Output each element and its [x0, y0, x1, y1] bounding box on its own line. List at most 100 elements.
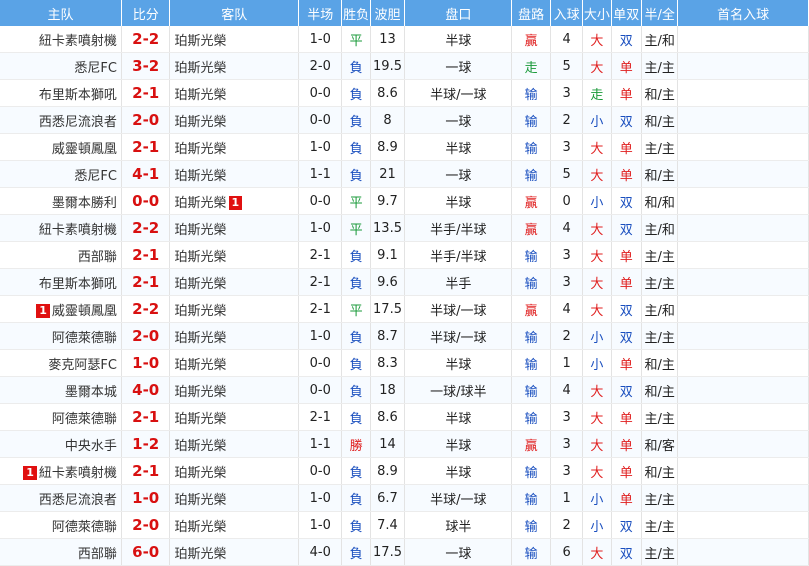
home-team-name[interactable]: 西部聯: [78, 250, 117, 265]
column-header[interactable]: 客队: [169, 0, 299, 26]
away-team-cell[interactable]: 珀斯光榮: [169, 133, 299, 161]
score-cell[interactable]: 4-1: [121, 160, 171, 188]
away-team-cell[interactable]: 珀斯光榮: [169, 403, 299, 431]
home-team-cell[interactable]: 1 紐卡素噴射機: [0, 457, 122, 485]
score-cell[interactable]: 2-2: [121, 214, 171, 242]
score-cell[interactable]: 0-0: [121, 187, 171, 215]
away-team-name[interactable]: 珀斯光榮: [174, 88, 226, 103]
home-team-name[interactable]: 布里斯本獅吼: [39, 88, 117, 103]
away-team-name[interactable]: 珀斯光榮: [174, 142, 226, 157]
home-team-name[interactable]: 紐卡素噴射機: [39, 466, 117, 481]
away-team-cell[interactable]: 珀斯光榮: [169, 214, 299, 242]
home-team-name[interactable]: 中央水手: [65, 439, 117, 454]
score-cell[interactable]: 2-1: [121, 241, 171, 269]
away-team-cell[interactable]: 珀斯光榮: [169, 376, 299, 404]
score-cell[interactable]: 2-1: [121, 403, 171, 431]
home-team-name[interactable]: 阿德萊德聯: [52, 520, 117, 535]
away-team-cell[interactable]: 珀斯光榮: [169, 349, 299, 377]
score-cell[interactable]: 1-0: [121, 484, 171, 512]
score-cell[interactable]: 2-1: [121, 268, 171, 296]
home-team-name[interactable]: 布里斯本獅吼: [39, 277, 117, 292]
away-team-cell[interactable]: 珀斯光榮: [169, 430, 299, 458]
column-header[interactable]: 主队: [0, 0, 122, 26]
home-team-cell[interactable]: 布里斯本獅吼: [0, 268, 122, 296]
home-team-cell[interactable]: 紐卡素噴射機: [0, 214, 122, 242]
score-cell[interactable]: 1-2: [121, 430, 171, 458]
away-team-cell[interactable]: 珀斯光榮: [169, 322, 299, 350]
away-team-name[interactable]: 珀斯光榮: [174, 385, 226, 400]
home-team-cell[interactable]: 阿德萊德聯: [0, 403, 122, 431]
away-team-name[interactable]: 珀斯光榮: [174, 223, 226, 238]
home-team-cell[interactable]: 阿德萊德聯: [0, 322, 122, 350]
home-team-cell[interactable]: 阿德萊德聯: [0, 511, 122, 539]
score-cell[interactable]: 2-2: [121, 295, 171, 323]
away-team-name[interactable]: 珀斯光榮: [174, 196, 226, 211]
away-team-cell[interactable]: 珀斯光榮: [169, 295, 299, 323]
score-cell[interactable]: 1-0: [121, 349, 171, 377]
score-cell[interactable]: 2-2: [121, 26, 171, 53]
home-team-cell[interactable]: 中央水手: [0, 430, 122, 458]
score-cell[interactable]: 6-0: [121, 538, 171, 566]
away-team-cell[interactable]: 珀斯光榮: [169, 538, 299, 566]
home-team-cell[interactable]: 1 威靈頓鳳凰: [0, 295, 122, 323]
away-team-name[interactable]: 珀斯光榮: [174, 34, 226, 49]
score-cell[interactable]: 4-0: [121, 376, 171, 404]
column-header[interactable]: 入球: [550, 0, 584, 26]
away-team-name[interactable]: 珀斯光榮: [174, 331, 226, 346]
away-team-cell[interactable]: 珀斯光榮 1: [169, 187, 299, 215]
home-team-cell[interactable]: 悉尼FC: [0, 52, 122, 80]
home-team-cell[interactable]: 墨爾本城: [0, 376, 122, 404]
away-team-name[interactable]: 珀斯光榮: [174, 61, 226, 76]
away-team-cell[interactable]: 珀斯光榮: [169, 511, 299, 539]
score-cell[interactable]: 2-1: [121, 133, 171, 161]
home-team-cell[interactable]: 悉尼FC: [0, 160, 122, 188]
home-team-name[interactable]: 墨爾本城: [65, 385, 117, 400]
away-team-name[interactable]: 珀斯光榮: [174, 115, 226, 130]
away-team-name[interactable]: 珀斯光榮: [174, 277, 226, 292]
home-team-name[interactable]: 西悉尼流浪者: [39, 115, 117, 130]
score-cell[interactable]: 2-0: [121, 511, 171, 539]
column-header[interactable]: 半场: [298, 0, 343, 26]
column-header[interactable]: 盘口: [404, 0, 513, 26]
home-team-name[interactable]: 紐卡素噴射機: [39, 34, 117, 49]
score-cell[interactable]: 2-1: [121, 457, 171, 485]
home-team-cell[interactable]: 布里斯本獅吼: [0, 79, 122, 107]
column-header[interactable]: 首名入球: [677, 0, 809, 26]
score-cell[interactable]: 2-0: [121, 322, 171, 350]
away-team-cell[interactable]: 珀斯光榮: [169, 79, 299, 107]
away-team-name[interactable]: 珀斯光榮: [174, 358, 226, 373]
home-team-cell[interactable]: 墨爾本勝利: [0, 187, 122, 215]
away-team-name[interactable]: 珀斯光榮: [174, 493, 226, 508]
away-team-cell[interactable]: 珀斯光榮: [169, 268, 299, 296]
home-team-cell[interactable]: 西部聯: [0, 241, 122, 269]
home-team-cell[interactable]: 西悉尼流浪者: [0, 106, 122, 134]
column-header[interactable]: 胜负: [341, 0, 371, 26]
column-header[interactable]: 比分: [121, 0, 171, 26]
home-team-name[interactable]: 悉尼FC: [74, 61, 117, 76]
home-team-name[interactable]: 阿德萊德聯: [52, 331, 117, 346]
home-team-name[interactable]: 悉尼FC: [74, 169, 117, 184]
away-team-cell[interactable]: 珀斯光榮: [169, 106, 299, 134]
away-team-name[interactable]: 珀斯光榮: [174, 412, 226, 427]
column-header[interactable]: 盘路: [511, 0, 551, 26]
home-team-name[interactable]: 麥克阿瑟FC: [48, 358, 117, 373]
home-team-name[interactable]: 墨爾本勝利: [52, 196, 117, 211]
away-team-cell[interactable]: 珀斯光榮: [169, 160, 299, 188]
home-team-name[interactable]: 阿德萊德聯: [52, 412, 117, 427]
away-team-cell[interactable]: 珀斯光榮: [169, 26, 299, 53]
away-team-name[interactable]: 珀斯光榮: [174, 547, 226, 562]
away-team-name[interactable]: 珀斯光榮: [174, 520, 226, 535]
column-header[interactable]: 单双: [611, 0, 642, 26]
home-team-cell[interactable]: 麥克阿瑟FC: [0, 349, 122, 377]
column-header[interactable]: 半/全: [641, 0, 679, 26]
home-team-name[interactable]: 西悉尼流浪者: [39, 493, 117, 508]
home-team-cell[interactable]: 紐卡素噴射機: [0, 26, 122, 53]
home-team-name[interactable]: 紐卡素噴射機: [39, 223, 117, 238]
score-cell[interactable]: 2-1: [121, 79, 171, 107]
home-team-name[interactable]: 威靈頓鳳凰: [52, 142, 117, 157]
away-team-name[interactable]: 珀斯光榮: [174, 439, 226, 454]
away-team-cell[interactable]: 珀斯光榮: [169, 457, 299, 485]
home-team-name[interactable]: 威靈頓鳳凰: [52, 304, 117, 319]
home-team-cell[interactable]: 西悉尼流浪者: [0, 484, 122, 512]
home-team-cell[interactable]: 西部聯: [0, 538, 122, 566]
